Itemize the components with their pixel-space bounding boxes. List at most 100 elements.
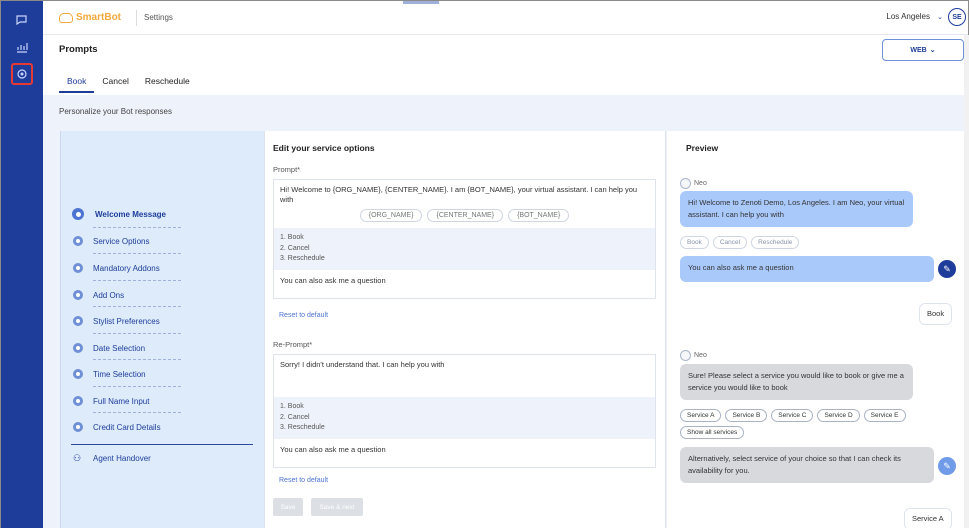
service-option-d[interactable]: Service D [817,409,860,422]
quick-replies: Book Cancel Reschedule [680,236,910,249]
step-add-ons[interactable]: Add Ons [73,287,124,303]
step-credit-card-details[interactable]: Credit Card Details [73,419,161,435]
quick-reply-cancel[interactable]: Cancel [712,236,748,249]
prompt-label: Prompt* [273,165,301,174]
location-selector[interactable]: Los Angeles [886,12,930,21]
step-divider [93,227,181,228]
tab-bar: Book Cancel Reschedule [59,71,198,95]
chevron-down-icon: ⌄ [929,47,936,54]
option-item: 2. Cancel [280,413,310,421]
loading-indicator [403,1,439,4]
edit-pencil-icon[interactable]: ✎ [938,260,956,278]
ask-text[interactable]: You can also ask me a question [274,270,655,298]
chip-center-name[interactable]: {CENTER_NAME} [427,209,504,222]
save-button[interactable]: Save [273,498,303,516]
step-label: Credit Card Details [93,422,161,432]
step-label: Welcome Message [95,209,166,219]
service-options: Service A Service B Service C Service D … [680,409,910,439]
chevron-down-icon[interactable]: ⌄ [937,13,943,21]
step-label: Full Name Input [93,396,150,406]
tab-book[interactable]: Book [59,71,95,93]
user-avatar[interactable]: SE [948,8,966,26]
step-divider [93,253,181,254]
step-welcome-message[interactable]: Welcome Message [72,206,166,222]
service-option-c[interactable]: Service C [771,409,814,422]
step-time-selection[interactable]: Time Selection [73,366,146,382]
step-date-selection[interactable]: Date Selection [73,340,145,356]
option-item: 1. Book [280,234,304,241]
bot-logo-icon [59,12,73,23]
step-divider [93,386,181,387]
step-label: Mandatory Addons [93,263,160,273]
prompt-editor[interactable]: Hi! Welcome to {ORG_NAME}, {CENTER_NAME}… [273,179,656,299]
step-divider [93,359,181,360]
step-divider [93,333,181,334]
settings-icon[interactable] [11,63,33,85]
step-divider [93,412,181,413]
editor-title: Edit your service options [273,143,375,153]
step-stylist-preferences[interactable]: Stylist Preferences [73,313,160,329]
step-mandatory-addons[interactable]: Mandatory Addons [73,260,160,276]
bot-avatar-icon [680,178,691,189]
option-item: 3. Reschedule [280,255,325,262]
tab-cancel[interactable]: Cancel [94,71,136,93]
service-option-b[interactable]: Service B [725,409,768,422]
channel-dropdown[interactable]: WEB ⌄ [882,39,964,61]
bot-header-2: Neo [680,350,707,361]
reset-reprompt-link[interactable]: Reset to default [279,477,328,484]
logo-text: SmartBot [76,12,122,23]
preview-panel: Preview Neo Hi! Welcome to Zenoti Demo, … [667,131,964,528]
service-prompt-bubble: Sure! Please select a service you would … [680,364,913,400]
preview-title: Preview [686,143,719,153]
chip-org-name[interactable]: {ORG_NAME} [359,209,423,222]
ask-bubble: You can also ask me a question [680,256,934,282]
bot-header: Neo [680,178,707,189]
quick-reply-book[interactable]: Book [680,236,709,249]
edit-pencil-icon[interactable]: ✎ [938,457,956,475]
agent-handover-item[interactable]: ⚇ Agent Handover [73,453,151,464]
bot-name: Neo [694,180,707,187]
save-next-button[interactable]: Save & next [311,498,363,516]
step-dot-icon [73,422,83,432]
page-title: Prompts [59,44,98,55]
chip-bot-name[interactable]: {BOT_NAME} [508,209,570,222]
option-item: 1. Book [280,403,304,410]
quick-reply-reschedule[interactable]: Reschedule [751,236,800,249]
analytics-icon[interactable] [11,36,33,58]
reprompt-editor[interactable]: Sorry! I didn't understand that. I can h… [273,354,656,468]
agent-handover-label: Agent Handover [93,454,151,463]
step-dot-icon [73,369,83,379]
bot-name: Neo [694,352,707,359]
option-item: 3. Reschedule [280,424,325,431]
tab-reschedule[interactable]: Reschedule [137,71,198,93]
step-divider [93,306,181,307]
prompt-text[interactable]: Hi! Welcome to {ORG_NAME}, {CENTER_NAME}… [274,180,655,205]
scrollbar[interactable] [964,35,969,528]
step-dot-icon [73,343,83,353]
step-label: Stylist Preferences [93,316,160,326]
step-dot-icon [73,316,83,326]
step-label: Date Selection [93,343,146,353]
step-label: Service Options [93,236,150,246]
step-service-options[interactable]: Service Options [73,233,149,249]
step-divider [93,280,181,281]
placeholder-chips: {ORG_NAME} {CENTER_NAME} {BOT_NAME} [274,209,655,222]
step-active-dot-icon [72,208,84,220]
reprompt-ask-text[interactable]: You can also ask me a question [274,439,655,467]
steps-panel: Welcome Message Service Options Mandator… [60,131,264,528]
page-subtitle: Personalize your Bot responses [59,107,172,116]
service-option-e[interactable]: Service E [863,409,906,422]
step-full-name-input[interactable]: Full Name Input [73,393,149,409]
reset-prompt-link[interactable]: Reset to default [279,312,328,319]
reprompt-text[interactable]: Sorry! I didn't understand that. I can h… [274,355,655,397]
user-reply-bubble: Book [919,303,953,325]
service-option-a[interactable]: Service A [680,409,722,422]
steps-section-divider [71,444,253,445]
step-label: Time Selection [93,369,146,379]
smartbot-logo: SmartBot [59,12,121,23]
alternative-bubble: Alternatively, select service of your ch… [680,447,934,483]
chat-icon[interactable] [11,9,33,31]
show-all-services[interactable]: Show all services [680,426,745,439]
settings-breadcrumb[interactable]: Settings [136,10,173,26]
user-reply-bubble-2: Service A [904,508,952,528]
